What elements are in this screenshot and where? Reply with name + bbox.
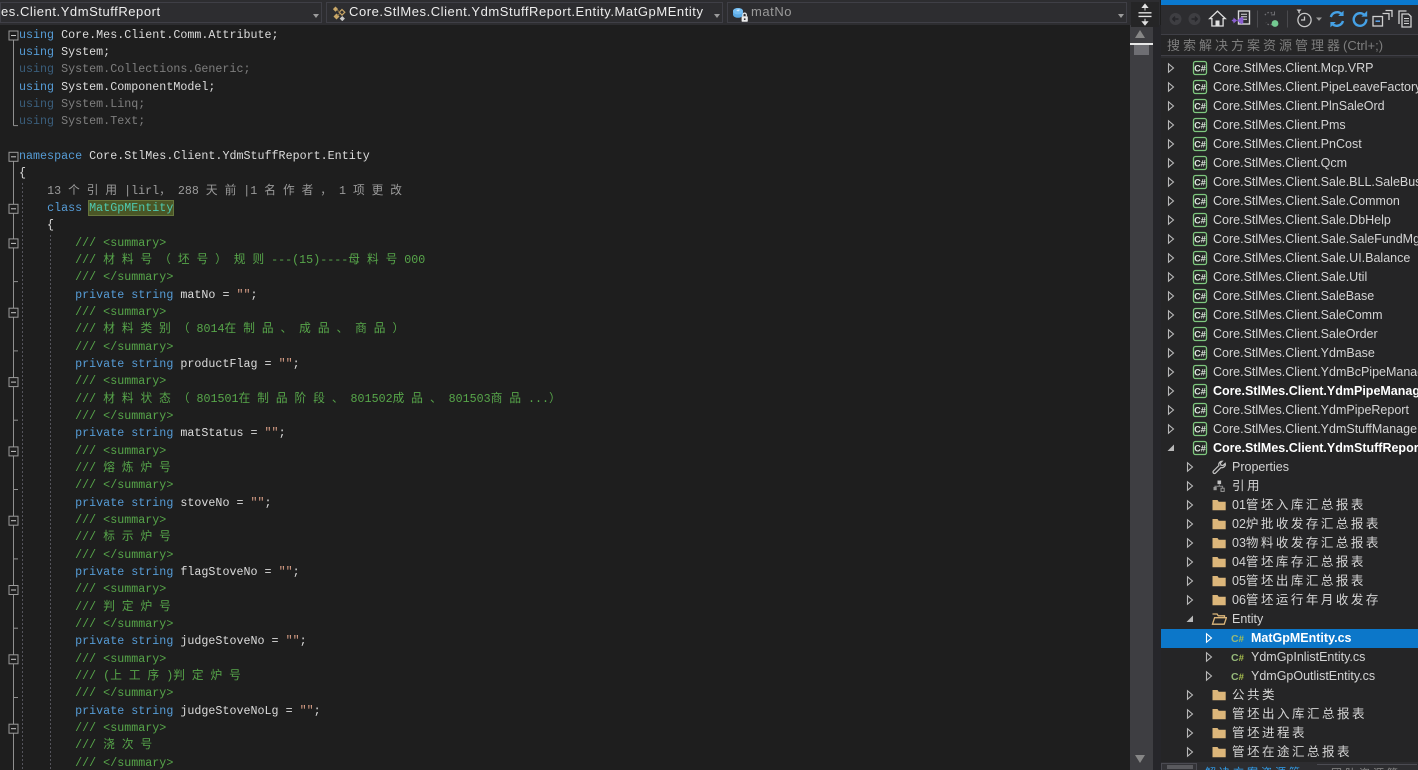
svg-text:C#: C# [1194,178,1206,188]
svg-text:C#: C# [1194,406,1206,416]
svg-text:C#: C# [1194,311,1206,321]
svg-text:C#: C# [1194,425,1206,435]
svg-text:C#: C# [1194,197,1206,207]
svg-text:C#: C# [1194,273,1206,283]
svg-text:#: # [1239,672,1245,683]
svg-text:C#: C# [1194,140,1206,150]
svg-text:C#: C# [1194,292,1206,302]
svg-text:C#: C# [1194,368,1206,378]
svg-text:C#: C# [1194,216,1206,226]
svg-text:C#: C# [1194,121,1206,131]
svg-text:C#: C# [1194,159,1206,169]
svg-text:C#: C# [1194,83,1206,93]
svg-text:#: # [1239,634,1245,645]
svg-text:C#: C# [1194,64,1206,74]
svg-text:#: # [1239,653,1245,664]
svg-text:C#: C# [1194,235,1206,245]
svg-text:C#: C# [1194,330,1206,340]
svg-text:C#: C# [1194,387,1206,397]
svg-text:C#: C# [1194,444,1206,454]
svg-text:C#: C# [1194,254,1206,264]
svg-text:C#: C# [1194,349,1206,359]
svg-text:C#: C# [1194,102,1206,112]
